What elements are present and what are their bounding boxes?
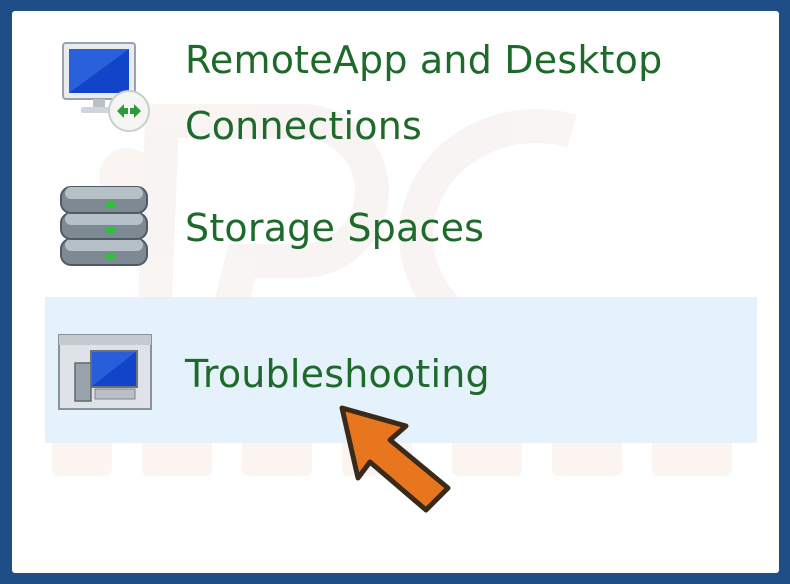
- control-panel-list: RemoteApp and Desktop Connections Storag…: [12, 11, 779, 573]
- pointer-arrow-icon: [339, 405, 451, 513]
- screenshot-frame: RemoteApp and Desktop Connections Storag…: [0, 0, 790, 584]
- storage-spaces-label: Storage Spaces: [185, 206, 485, 250]
- troubleshooting-icon: [58, 334, 152, 410]
- storage-spaces-item[interactable]: Storage Spaces: [45, 179, 757, 279]
- remoteapp-desktop-connections-item[interactable]: RemoteApp and Desktop Connections: [45, 27, 757, 152]
- remoteapp-icon: [62, 42, 150, 132]
- remoteapp-label-line2: Connections: [185, 104, 423, 148]
- storage-spaces-icon: [60, 186, 148, 266]
- remoteapp-label-line1: RemoteApp and Desktop: [185, 38, 663, 82]
